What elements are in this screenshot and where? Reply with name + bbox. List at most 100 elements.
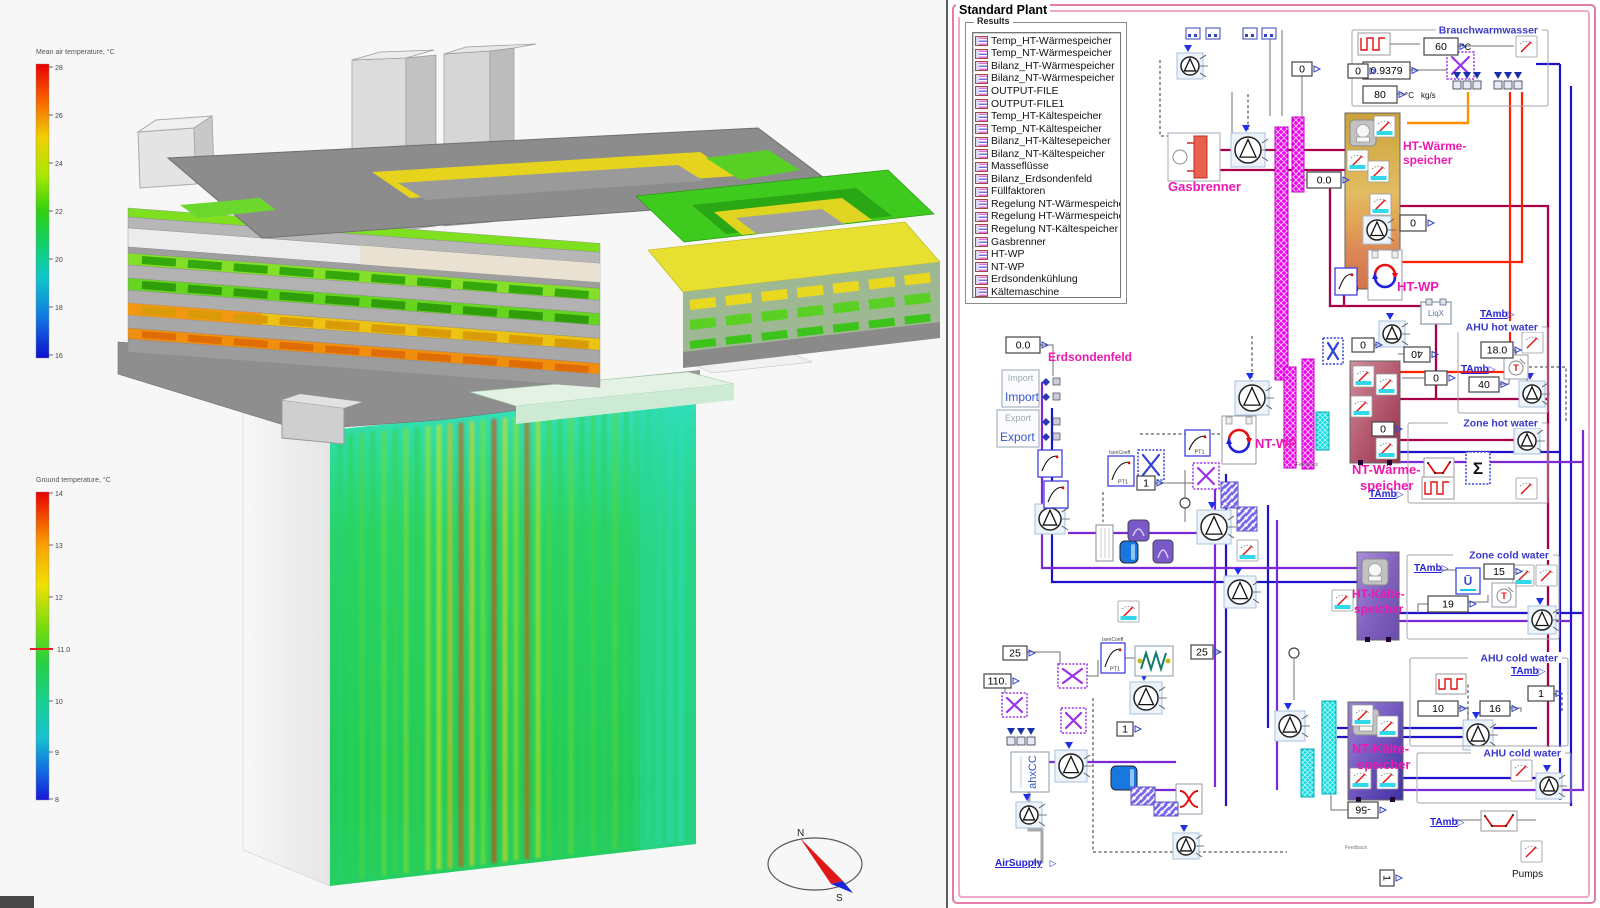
gauge-indicator[interactable] <box>1521 841 1542 862</box>
liqx-block[interactable]: LiqX <box>1421 299 1451 324</box>
gauge-indicator[interactable] <box>1347 150 1368 171</box>
value-box[interactable]: 0.9379 <box>1363 62 1418 79</box>
result-item[interactable]: NT-WP <box>975 261 1120 274</box>
link-label[interactable]: TAmb▷ <box>1480 309 1515 320</box>
result-item[interactable]: OUTPUT-FILE1 <box>975 98 1120 111</box>
gauge-indicator[interactable] <box>1511 760 1532 781</box>
result-item[interactable]: Gasbrenner <box>975 236 1120 249</box>
pump[interactable] <box>1130 674 1167 714</box>
valve-manifold[interactable] <box>1453 72 1481 89</box>
signal-port[interactable] <box>1243 28 1257 39</box>
gauge-indicator[interactable] <box>1536 565 1557 586</box>
crossflow-heat-exchanger[interactable] <box>1176 784 1202 814</box>
transfer-function-block[interactable] <box>1038 450 1062 477</box>
mixing-valve-block[interactable] <box>1193 463 1219 489</box>
hatched-pipe-header[interactable] <box>1221 482 1238 508</box>
gauge-indicator[interactable] <box>1377 716 1398 737</box>
link-label[interactable]: TAmb▷ <box>1430 817 1465 828</box>
result-item[interactable]: Masseflüsse <box>975 160 1120 173</box>
pump[interactable] <box>1224 568 1261 608</box>
purple-component-block[interactable] <box>1128 520 1149 541</box>
gauge-indicator[interactable] <box>1368 161 1389 182</box>
air-heat-exchanger-block[interactable]: ahxCC <box>1011 752 1049 792</box>
value-box[interactable]: 0.0 <box>1006 337 1048 353</box>
gauge-indicator[interactable] <box>1332 590 1353 611</box>
mixing-valve-block[interactable] <box>1323 338 1343 364</box>
result-item[interactable]: Erdsondenkühlung <box>975 273 1120 286</box>
thermostat-block[interactable]: T <box>1492 583 1516 607</box>
result-item[interactable]: Bilanz_NT-Wärmespeicher <box>975 73 1120 86</box>
hatched-pipe-header[interactable] <box>1154 802 1178 816</box>
signal-port[interactable] <box>1206 28 1220 39</box>
transfer-function-block[interactable]: PT1 <box>1185 430 1210 456</box>
pump[interactable] <box>1379 313 1410 347</box>
value-box[interactable]: 40 <box>1469 377 1507 392</box>
value-box[interactable]: -56 <box>1348 802 1386 818</box>
gauge-indicator[interactable] <box>1370 194 1391 215</box>
result-item[interactable]: Bilanz_HT-Kältesepeicher <box>975 135 1120 148</box>
pump[interactable] <box>1173 825 1204 859</box>
average-block[interactable]: Ū <box>1456 568 1480 594</box>
transfer-function-block[interactable] <box>1335 268 1357 295</box>
hatched-pipe-header[interactable] <box>1284 367 1296 468</box>
result-item[interactable]: Regelung NT-Wärmespeicher <box>975 198 1120 211</box>
value-box[interactable]: 0.0 <box>1307 172 1349 188</box>
pump[interactable] <box>1177 45 1208 79</box>
pump[interactable] <box>1055 742 1092 782</box>
expansion-vessel[interactable] <box>1111 766 1137 790</box>
sum-block[interactable]: Σ <box>1466 452 1490 484</box>
pump[interactable] <box>1528 598 1561 634</box>
transfer-function-block[interactable] <box>1044 481 1068 508</box>
value-box[interactable]: 110. <box>984 674 1019 688</box>
hatched-pipe-header[interactable] <box>1302 359 1314 469</box>
result-item[interactable]: Kältemaschine <box>975 286 1120 298</box>
pump[interactable] <box>1016 794 1047 828</box>
gauge-indicator[interactable] <box>1376 374 1397 395</box>
gas-burner-block[interactable] <box>1168 133 1220 181</box>
expansion-vessel[interactable] <box>1120 541 1138 563</box>
value-box[interactable]: 1 <box>1117 722 1141 736</box>
hatched-pipe-header[interactable] <box>1301 749 1314 797</box>
pipe-junction[interactable] <box>1180 498 1190 508</box>
value-box[interactable]: 25 <box>1003 646 1035 660</box>
signal-port[interactable] <box>1186 28 1200 39</box>
value-box[interactable]: 0 <box>1292 62 1320 76</box>
transfer-function-block[interactable]: PT1IsenCoeff <box>1108 450 1134 486</box>
value-box[interactable]: 0 <box>1400 215 1434 231</box>
hatched-pipe-header[interactable] <box>1275 127 1288 380</box>
result-item[interactable]: Bilanz_HT-Wärmespeicher <box>975 60 1120 73</box>
results-list[interactable]: Temp_HT-WärmespeicherTemp_NT-Wärmespeich… <box>972 32 1121 298</box>
gauge-indicator[interactable] <box>1374 116 1395 137</box>
result-item[interactable]: Temp_NT-Kältespeicher <box>975 123 1120 136</box>
result-item[interactable]: Bilanz_Erdsondenfeld <box>975 173 1120 186</box>
link-label[interactable]: TAmb▷ <box>1461 364 1496 375</box>
valve-manifold[interactable] <box>1007 728 1035 745</box>
value-box[interactable]: 16 <box>1480 701 1518 716</box>
transfer-function-block[interactable]: PT1IsenCoeff <box>1101 637 1125 673</box>
mixing-valve-block[interactable] <box>1058 664 1087 688</box>
mixing-valve-block[interactable] <box>1002 693 1027 717</box>
gauge-indicator[interactable] <box>1516 36 1537 57</box>
pump[interactable] <box>1275 703 1310 741</box>
gauge-indicator[interactable] <box>1351 396 1372 417</box>
pulse-schedule-block[interactable] <box>1358 33 1390 55</box>
hatched-pipe-header[interactable] <box>1316 412 1329 450</box>
setpoint-curve-block[interactable] <box>1424 458 1454 478</box>
gauge-indicator[interactable] <box>1376 438 1397 459</box>
pulse-schedule-block[interactable] <box>1422 477 1454 499</box>
io-block[interactable]: ExportExport <box>997 410 1060 447</box>
purple-component-block[interactable] <box>1153 540 1173 563</box>
result-item[interactable]: Regelung HT-Wärmespeicher <box>975 211 1120 224</box>
pump[interactable] <box>1536 765 1567 799</box>
pipe-junction[interactable] <box>1289 648 1299 658</box>
value-box[interactable]: 19 <box>1428 596 1476 612</box>
link-label[interactable]: TAmb▷ <box>1369 489 1404 500</box>
result-item[interactable]: HT-WP <box>975 248 1120 261</box>
gauge-indicator[interactable] <box>1237 540 1258 561</box>
setpoint-curve-block[interactable] <box>1481 811 1517 831</box>
result-item[interactable]: Temp_HT-Wärmespeicher <box>975 35 1120 48</box>
hatched-pipe-header[interactable] <box>1322 701 1336 794</box>
plate-heat-exchanger[interactable] <box>1096 525 1113 561</box>
result-item[interactable]: Temp_NT-Wärmespeicher <box>975 48 1120 61</box>
nt-heat-pump[interactable] <box>1222 416 1256 464</box>
